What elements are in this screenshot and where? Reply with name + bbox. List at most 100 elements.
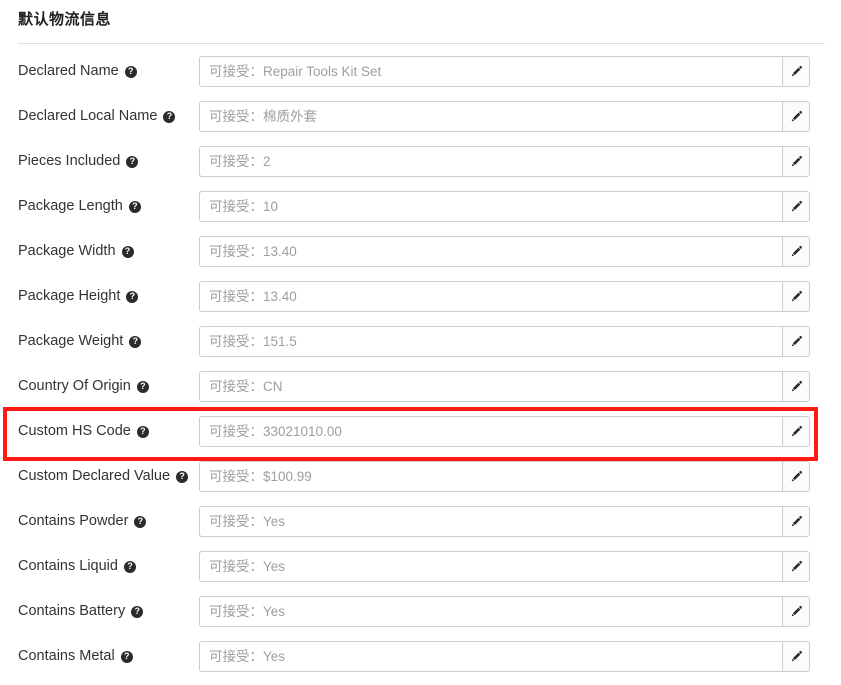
- field-label-text: Country Of Origin: [18, 378, 131, 394]
- help-glyph: ?: [124, 246, 131, 256]
- form-row: Pieces Included?: [0, 145, 841, 190]
- help-circle-icon[interactable]: ?: [131, 606, 144, 618]
- field-input[interactable]: [199, 371, 782, 402]
- help-circle-icon[interactable]: ?: [123, 561, 136, 573]
- field-input[interactable]: [199, 506, 782, 537]
- field-label-text: Contains Powder: [18, 513, 129, 529]
- field-input-group: [199, 146, 810, 177]
- field-label: Package Height?: [18, 288, 139, 304]
- field-input[interactable]: [199, 596, 782, 627]
- field-label: Declared Local Name?: [18, 108, 176, 124]
- pencil-edit-icon-button[interactable]: [782, 596, 810, 627]
- form-row: Package Length?: [0, 190, 841, 235]
- field-label: Custom HS Code?: [18, 423, 149, 439]
- field-input[interactable]: [199, 236, 782, 267]
- help-glyph: ?: [129, 156, 136, 166]
- field-input[interactable]: [199, 326, 782, 357]
- pencil-edit-icon-button[interactable]: [782, 236, 810, 267]
- field-label-text: Package Height: [18, 288, 121, 304]
- help-circle-icon[interactable]: ?: [126, 291, 139, 303]
- form-row: Contains Battery?: [0, 595, 841, 640]
- help-glyph: ?: [129, 291, 136, 301]
- help-circle-icon[interactable]: ?: [128, 201, 141, 213]
- pencil-edit-icon-button[interactable]: [782, 326, 810, 357]
- pencil-edit-icon-button[interactable]: [782, 461, 810, 492]
- field-label: Contains Metal?: [18, 648, 133, 664]
- field-input-group: [199, 56, 810, 87]
- field-label-text: Custom HS Code: [18, 423, 131, 439]
- help-circle-icon[interactable]: ?: [163, 111, 176, 123]
- pencil-edit-icon-button[interactable]: [782, 506, 810, 537]
- field-input-group: [199, 326, 810, 357]
- pencil-edit-icon-button[interactable]: [782, 551, 810, 582]
- pencil-edit-icon-button[interactable]: [782, 56, 810, 87]
- form-row: Package Height?: [0, 280, 841, 325]
- help-glyph: ?: [127, 561, 133, 571]
- field-label-text: Contains Liquid: [18, 558, 118, 574]
- field-input-group: [199, 461, 810, 492]
- help-glyph: ?: [132, 336, 139, 346]
- help-circle-icon[interactable]: ?: [121, 246, 134, 258]
- form-row: Contains Liquid?: [0, 550, 841, 595]
- pencil-edit-icon-button[interactable]: [782, 146, 810, 177]
- help-circle-icon[interactable]: ?: [176, 471, 189, 483]
- help-glyph: ?: [140, 381, 146, 391]
- pencil-edit-icon-button[interactable]: [782, 371, 810, 402]
- form-row: Custom HS Code?: [0, 415, 841, 460]
- field-label-text: Declared Name: [18, 63, 119, 79]
- page-title: 默认物流信息: [18, 11, 112, 28]
- field-input[interactable]: [199, 191, 782, 222]
- field-input[interactable]: [199, 551, 782, 582]
- field-input-group: [199, 236, 810, 267]
- field-label-text: Custom Declared Value: [18, 468, 171, 484]
- field-input[interactable]: [199, 416, 782, 447]
- help-circle-icon[interactable]: ?: [136, 381, 149, 393]
- pencil-edit-icon-button[interactable]: [782, 281, 810, 312]
- field-input[interactable]: [199, 101, 782, 132]
- field-label-text: Pieces Included: [18, 153, 121, 169]
- field-label-text: Package Weight: [18, 333, 124, 349]
- help-circle-icon[interactable]: ?: [134, 516, 147, 528]
- form-row: Contains Powder?: [0, 505, 841, 550]
- header-divider: [18, 43, 825, 44]
- field-input-group: [199, 416, 810, 447]
- help-glyph: ?: [140, 426, 146, 436]
- help-glyph: ?: [132, 201, 138, 211]
- field-input-group: [199, 191, 810, 222]
- field-label-text: Contains Metal: [18, 648, 115, 664]
- field-input-group: [199, 641, 810, 672]
- pencil-edit-icon-button[interactable]: [782, 101, 810, 132]
- field-input[interactable]: [199, 146, 782, 177]
- field-input[interactable]: [199, 56, 782, 87]
- field-input[interactable]: [199, 281, 782, 312]
- form-row: Declared Name?: [0, 55, 841, 100]
- help-circle-icon[interactable]: ?: [129, 336, 142, 348]
- field-label: Pieces Included?: [18, 153, 139, 169]
- field-label: Custom Declared Value?: [18, 468, 189, 484]
- field-input[interactable]: [199, 641, 782, 672]
- help-glyph: ?: [128, 66, 134, 76]
- field-label: Declared Name?: [18, 63, 137, 79]
- field-label: Package Width?: [18, 243, 134, 259]
- field-input-group: [199, 506, 810, 537]
- help-circle-icon[interactable]: ?: [124, 66, 137, 78]
- form-row: Contains Metal?: [0, 640, 841, 685]
- field-input-group: [199, 101, 810, 132]
- help-circle-icon[interactable]: ?: [136, 426, 149, 438]
- help-glyph: ?: [137, 516, 144, 526]
- form-row: Package Width?: [0, 235, 841, 280]
- field-input-group: [199, 281, 810, 312]
- field-label: Contains Powder?: [18, 513, 147, 529]
- field-label: Package Weight?: [18, 333, 142, 349]
- pencil-edit-icon-button[interactable]: [782, 641, 810, 672]
- field-label-text: Declared Local Name: [18, 108, 158, 124]
- help-circle-icon[interactable]: ?: [120, 651, 133, 663]
- field-input-group: [199, 371, 810, 402]
- form-row: Custom Declared Value?: [0, 460, 841, 505]
- field-label: Contains Liquid?: [18, 558, 136, 574]
- help-circle-icon[interactable]: ?: [126, 156, 139, 168]
- field-label-text: Contains Battery: [18, 603, 126, 619]
- field-input[interactable]: [199, 461, 782, 492]
- pencil-edit-icon-button[interactable]: [782, 191, 810, 222]
- pencil-edit-icon-button[interactable]: [782, 416, 810, 447]
